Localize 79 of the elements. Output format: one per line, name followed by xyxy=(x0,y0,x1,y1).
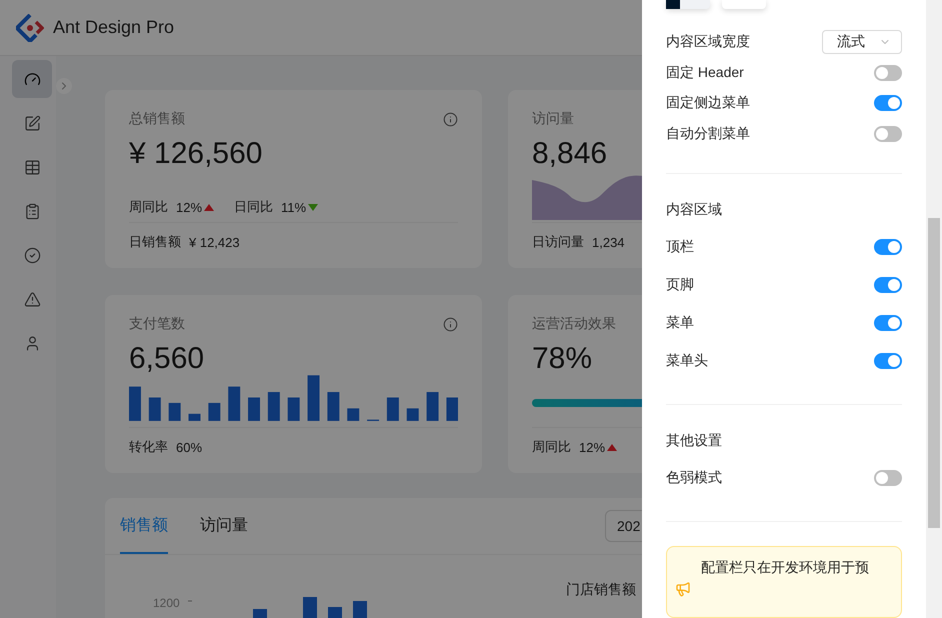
up-triangle-icon xyxy=(607,444,618,450)
bar xyxy=(129,386,141,421)
setting-label: 自动分割菜单 xyxy=(666,124,750,143)
section-title: 其他设置 xyxy=(666,431,723,450)
scrollbar[interactable] xyxy=(926,0,942,618)
stat-value: ¥ 126,560 xyxy=(129,136,264,172)
toggle-switch[interactable] xyxy=(874,470,902,486)
setting-label: 页脚 xyxy=(666,276,694,294)
setting-label: 菜单 xyxy=(666,314,694,332)
info-icon[interactable] xyxy=(443,112,458,126)
tab[interactable]: 访问量 xyxy=(200,498,248,554)
megaphone-icon xyxy=(675,581,691,597)
bar xyxy=(168,402,181,421)
up-triangle-icon xyxy=(204,204,214,210)
table-icon xyxy=(24,158,40,176)
setting-label: 菜单头 xyxy=(666,352,708,370)
gauge-icon xyxy=(24,70,40,88)
setting-label: 固定 Header xyxy=(666,64,744,82)
info-icon[interactable] xyxy=(443,316,458,332)
warning-icon xyxy=(24,290,40,308)
theme-thumbnail[interactable] xyxy=(722,0,766,9)
stat-value: 8,846 xyxy=(532,136,608,172)
bar xyxy=(386,397,399,421)
footer-label: 日访问量 xyxy=(532,233,584,251)
sidebar-item[interactable] xyxy=(12,60,52,98)
alert-text: 配置栏只在开发环境用于预 xyxy=(701,558,869,577)
bar xyxy=(327,392,340,421)
footer-value: 60% xyxy=(176,440,202,454)
stat-value: 6,560 xyxy=(129,341,206,377)
bar xyxy=(347,408,360,421)
bar xyxy=(208,402,220,421)
trend-label: 周同比 xyxy=(129,198,168,216)
trend-label: 周同比 xyxy=(532,438,571,456)
logo-icon xyxy=(16,14,44,42)
ranking-title: 门店销售额 xyxy=(566,581,637,599)
trend-value: 11% xyxy=(281,200,306,214)
card-title: 运营活动效果 xyxy=(532,315,616,333)
card-title: 访问量 xyxy=(532,110,574,128)
footer-label: 转化率 xyxy=(129,438,168,456)
setting-label: 色弱模式 xyxy=(666,469,722,487)
trend-value: 12% xyxy=(176,200,202,214)
toggle-switch[interactable] xyxy=(874,353,902,369)
collapse-button[interactable] xyxy=(56,78,72,94)
setting-label: 固定侧边菜单 xyxy=(666,94,750,112)
toggle-switch[interactable] xyxy=(874,126,902,142)
toggle-switch[interactable] xyxy=(874,277,902,293)
bar xyxy=(268,392,280,421)
card-title: 支付笔数 xyxy=(129,315,185,333)
bar xyxy=(288,397,300,421)
trend-label: 日同比 xyxy=(234,198,274,216)
app-title: Ant Design Pro xyxy=(53,17,174,38)
bar xyxy=(308,375,320,421)
setting-label: 内容区域宽度 xyxy=(666,33,750,52)
footer-value: ¥ 12,423 xyxy=(189,234,240,250)
axis-tick-label: 1200 xyxy=(152,596,180,610)
toggle-switch[interactable] xyxy=(874,239,902,255)
bar xyxy=(426,392,439,421)
bar xyxy=(228,386,240,421)
theme-thumbnail[interactable] xyxy=(666,0,710,9)
stat-value: 78% xyxy=(532,341,594,377)
footer-label: 日销售额 xyxy=(129,233,181,251)
card-title: 总销售额 xyxy=(129,110,185,128)
bar xyxy=(248,397,260,421)
bar xyxy=(188,414,200,421)
trend-value: 12% xyxy=(579,440,606,454)
width-select[interactable]: 流式 xyxy=(822,30,902,54)
list-icon xyxy=(24,202,40,220)
toggle-switch[interactable] xyxy=(874,64,902,81)
check-circle-icon xyxy=(24,246,40,264)
toggle-switch[interactable] xyxy=(874,95,902,112)
footer-value: 1,234 xyxy=(592,234,625,250)
setting-label: 顶栏 xyxy=(666,238,694,256)
bar xyxy=(446,397,458,421)
section-title: 内容区域 xyxy=(666,200,723,219)
down-triangle-icon xyxy=(308,204,318,210)
bar xyxy=(406,408,419,421)
toggle-switch[interactable] xyxy=(874,315,902,331)
bar xyxy=(148,397,161,421)
edit-icon xyxy=(24,114,40,132)
